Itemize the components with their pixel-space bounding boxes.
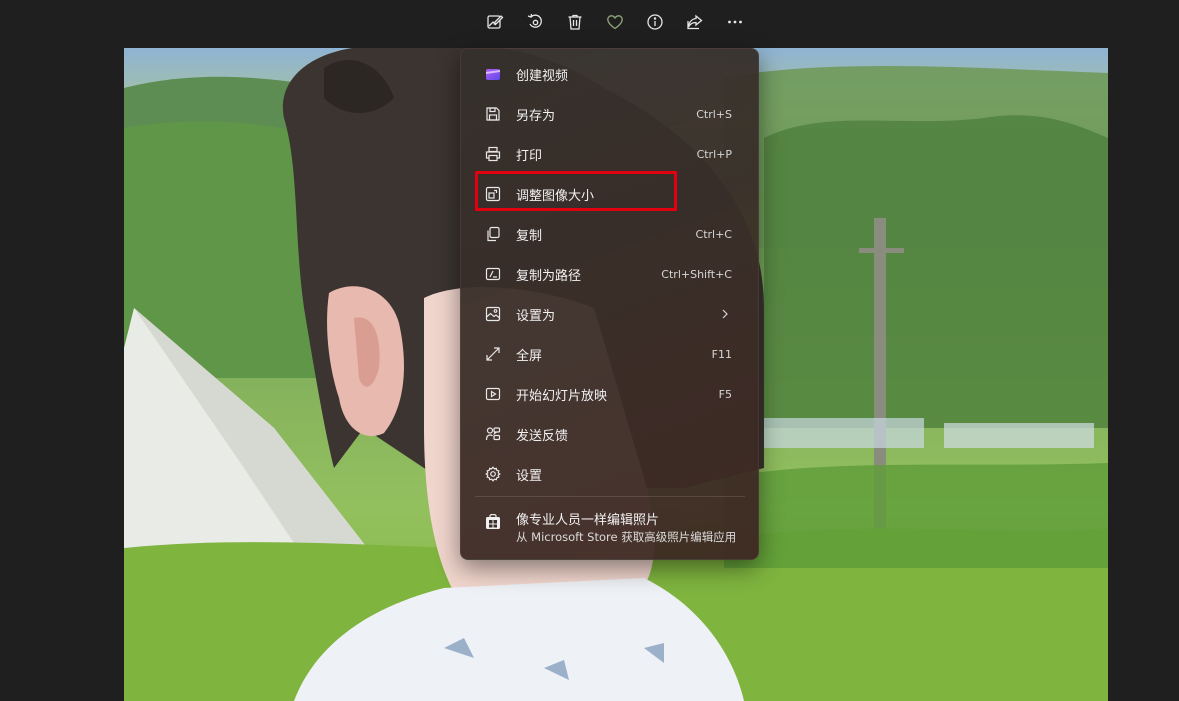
menu-item-resize-image[interactable]: 调整图像大小 — [465, 176, 754, 212]
more-options-menu: 创建视频 另存为 Ctrl+S 打印 Ctrl+P 调整图像大小 复制 Ctrl… — [460, 48, 759, 560]
menu-item-shortcut: Ctrl+Shift+C — [661, 267, 732, 281]
copy-path-icon — [485, 266, 501, 282]
menu-item-label: 另存为 — [516, 108, 556, 124]
print-icon — [485, 146, 501, 162]
menu-item-shortcut: F5 — [718, 387, 732, 401]
save-icon — [485, 106, 501, 122]
menu-item-label: 全屏 — [516, 348, 543, 364]
menu-item-label: 设置 — [516, 468, 543, 484]
set-as-icon — [485, 306, 501, 322]
menu-item-label: 发送反馈 — [516, 428, 569, 444]
menu-item-send-feedback[interactable]: 发送反馈 — [465, 416, 754, 452]
favorite-button[interactable] — [599, 8, 631, 40]
menu-item-label: 打印 — [516, 148, 543, 164]
menu-item-shortcut: Ctrl+C — [695, 227, 732, 241]
menu-item-label: 设置为 — [516, 308, 556, 324]
delete-button[interactable] — [559, 8, 591, 40]
menu-separator — [475, 496, 745, 497]
edit-image-button[interactable] — [479, 8, 511, 40]
photos-app-window: 创建视频 另存为 Ctrl+S 打印 Ctrl+P 调整图像大小 复制 Ctrl… — [0, 0, 1179, 701]
share-icon — [686, 13, 704, 35]
chevron-right-icon — [720, 309, 730, 319]
fullscreen-icon — [485, 346, 501, 362]
settings-icon — [485, 466, 501, 482]
menu-item-shortcut: Ctrl+P — [696, 147, 732, 161]
promo-title: 像专业人员一样编辑照片 — [516, 513, 660, 528]
share-button[interactable] — [679, 8, 711, 40]
rotate-button[interactable] — [519, 8, 551, 40]
rotate-icon — [526, 13, 544, 35]
promo-subtitle: 从 Microsoft Store 获取高级照片编辑应用 — [516, 530, 737, 544]
top-toolbar — [0, 0, 1179, 48]
menu-item-label: 开始幻灯片放映 — [516, 388, 608, 404]
menu-item-settings[interactable]: 设置 — [465, 456, 754, 492]
more-options-icon — [726, 13, 744, 35]
delete-icon — [566, 13, 584, 35]
resize-image-icon — [485, 186, 501, 202]
feedback-icon — [485, 426, 501, 442]
info-button[interactable] — [639, 8, 671, 40]
menu-item-shortcut: Ctrl+S — [696, 107, 732, 121]
menu-item-fullscreen[interactable]: 全屏 F11 — [465, 336, 754, 372]
edit-image-icon — [486, 13, 504, 35]
create-video-icon — [485, 66, 501, 82]
menu-item-copy-as-path[interactable]: 复制为路径 Ctrl+Shift+C — [465, 256, 754, 292]
menu-item-slideshow[interactable]: 开始幻灯片放映 F5 — [465, 376, 754, 412]
menu-item-print[interactable]: 打印 Ctrl+P — [465, 136, 754, 172]
menu-item-create-video[interactable]: 创建视频 — [465, 56, 754, 92]
info-icon — [646, 13, 664, 35]
menu-item-save-as[interactable]: 另存为 Ctrl+S — [465, 96, 754, 132]
menu-item-label: 复制 — [516, 228, 543, 244]
menu-item-label: 调整图像大小 — [516, 188, 595, 204]
favorite-heart-icon — [606, 13, 624, 35]
promo-texts: 像专业人员一样编辑照片 从 Microsoft Store 获取高级照片编辑应用 — [516, 512, 736, 545]
menu-item-label: 创建视频 — [516, 68, 569, 84]
menu-item-store-promo[interactable]: 像专业人员一样编辑照片 从 Microsoft Store 获取高级照片编辑应用 — [465, 505, 754, 553]
slideshow-icon — [485, 386, 501, 402]
more-options-button[interactable] — [719, 8, 751, 40]
menu-item-label: 复制为路径 — [516, 268, 582, 284]
copy-icon — [485, 226, 501, 242]
menu-item-shortcut: F11 — [711, 347, 732, 361]
menu-item-set-as[interactable]: 设置为 — [465, 296, 754, 332]
menu-item-copy[interactable]: 复制 Ctrl+C — [465, 216, 754, 252]
store-icon — [485, 513, 501, 530]
